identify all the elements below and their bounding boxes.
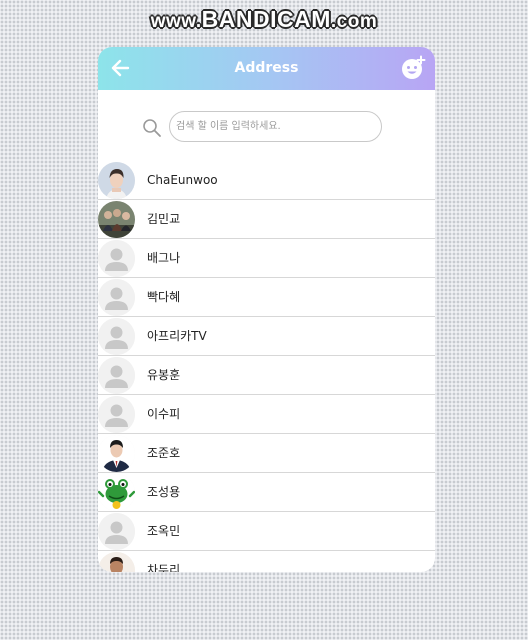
avatar (98, 357, 135, 394)
contact-name: 빡다혜 (147, 290, 181, 304)
contact-name: 조준호 (147, 446, 181, 460)
contact-name: 유봉훈 (147, 368, 181, 382)
avatar (98, 435, 135, 472)
suited-person-photo-icon (98, 435, 135, 472)
group-photo-icon (98, 201, 135, 238)
add-friend-button[interactable] (400, 55, 426, 81)
contact-row[interactable]: 배그나 (98, 239, 435, 278)
contact-row[interactable]: 조옥민 (98, 512, 435, 551)
contact-name: 아프리카TV (147, 329, 207, 343)
search-icon (143, 119, 161, 137)
contact-name: 차두리 (147, 563, 181, 572)
avatar (98, 552, 135, 572)
watermark-suffix: .com (330, 11, 378, 32)
contact-name: ChaEunwoo (147, 173, 218, 187)
search-area (98, 90, 435, 161)
person-red-shirt-photo-icon (98, 552, 135, 572)
avatar (98, 162, 135, 199)
avatar (98, 240, 135, 277)
contact-row[interactable]: 조성용 (98, 473, 435, 512)
add-friend-face-icon (402, 55, 426, 79)
bandicam-watermark: www.BANDICAM.com (0, 6, 528, 33)
contact-row[interactable]: 조준호 (98, 434, 435, 473)
default-person-icon (98, 240, 135, 277)
default-person-icon (98, 396, 135, 433)
contact-row[interactable]: 이수피 (98, 395, 435, 434)
default-person-icon (98, 318, 135, 355)
search-input[interactable] (169, 111, 382, 142)
avatar (98, 201, 135, 238)
address-screen: Address 검색 할 이름 입력하세요. ChaEunwoo 김민교 배그나… (98, 47, 435, 572)
contact-row[interactable]: 김민교 (98, 200, 435, 239)
contact-name: 김민교 (147, 212, 181, 226)
default-person-icon (98, 279, 135, 316)
contact-row[interactable]: ChaEunwoo (98, 161, 435, 200)
frog-character-icon (98, 474, 135, 511)
watermark-brand: BANDICAM (201, 6, 331, 32)
contact-list: ChaEunwoo 김민교 배그나 빡다혜 아프리카TV 유봉훈 이수피 조준호… (98, 161, 435, 572)
contact-row[interactable]: 유봉훈 (98, 356, 435, 395)
default-person-icon (98, 513, 135, 550)
avatar (98, 513, 135, 550)
contact-row[interactable]: 빡다혜 (98, 278, 435, 317)
avatar (98, 396, 135, 433)
avatar (98, 318, 135, 355)
contact-name: 조성용 (147, 485, 181, 499)
app-header: Address (98, 47, 435, 90)
contact-name: 조옥민 (147, 524, 181, 538)
avatar (98, 474, 135, 511)
page-title: Address (234, 60, 299, 76)
contact-row[interactable]: 차두리 (98, 551, 435, 572)
watermark-prefix: www. (150, 11, 202, 32)
contact-name: 이수피 (147, 407, 181, 421)
avatar (98, 279, 135, 316)
contact-name: 배그나 (147, 251, 181, 265)
contact-row[interactable]: 아프리카TV (98, 317, 435, 356)
person-photo-icon (98, 162, 135, 199)
default-person-icon (98, 357, 135, 394)
